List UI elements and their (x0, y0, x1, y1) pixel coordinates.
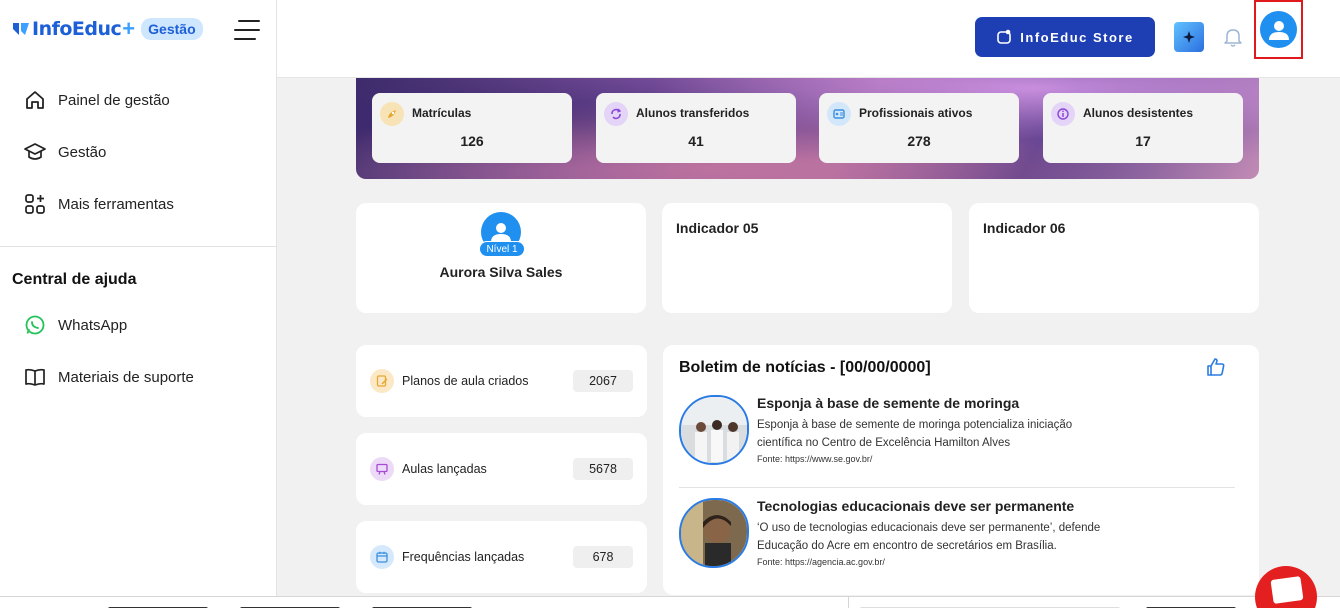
logo-mark-icon (13, 23, 29, 35)
news-source: Fonte: https://www.se.gov.br/ (757, 454, 873, 464)
user-avatar-button[interactable] (1254, 0, 1303, 59)
stat-card-transferidos: Alunos transferidos 41 (596, 93, 796, 163)
news-thumbnail (679, 498, 749, 568)
refresh-icon (604, 102, 628, 126)
level-badge: Nível 1 (479, 241, 525, 257)
calendar-icon (370, 545, 394, 569)
metric-label: Planos de aula criados (402, 374, 529, 388)
sidebar: InfoEduc + Gestão Painel de gestão Gestã… (0, 0, 277, 608)
stat-card-matriculas: Matrículas 126 (372, 93, 572, 163)
thumbs-up-icon[interactable] (1205, 356, 1227, 383)
notifications-bell-icon[interactable] (1222, 26, 1244, 53)
news-thumbnail (679, 395, 749, 465)
stat-card-desistentes: Alunos desistentes 17 (1043, 93, 1243, 163)
news-item[interactable]: Esponja à base de semente de moringa Esp… (679, 395, 1239, 475)
sidebar-item-label: Gestão (58, 143, 107, 161)
sparkle-icon (1183, 31, 1195, 43)
news-source: Fonte: https://agencia.ac.gov.br/ (757, 557, 885, 567)
graduation-cap-icon (24, 141, 46, 163)
metric-label: Aulas lançadas (402, 462, 487, 476)
news-headline: Esponja à base de semente de moringa (757, 395, 1020, 411)
profile-name: Aurora Silva Sales (439, 264, 563, 280)
bottom-bar (0, 596, 1340, 608)
home-icon (24, 89, 46, 111)
sidebar-item-label: Mais ferramentas (58, 195, 174, 213)
sidebar-item-label: WhatsApp (58, 316, 128, 334)
sidebar-item-ferramentas[interactable]: Mais ferramentas (24, 193, 174, 215)
chat-widget-button[interactable] (1255, 566, 1317, 608)
stat-value: 126 (460, 133, 484, 149)
stat-card-profissionais: Profissionais ativos 278 (819, 93, 1019, 163)
news-body: Esponja à base de semente de moringa pot… (757, 419, 1073, 449)
sidebar-item-gestao[interactable]: Gestão (24, 141, 106, 163)
id-card-icon (827, 102, 851, 126)
chat-icon (1270, 576, 1304, 604)
store-icon (996, 29, 1012, 45)
help-section-title: Central de ajuda (12, 271, 137, 288)
infoeduc-store-button[interactable]: InfoEduc Store (975, 17, 1155, 57)
stats-banner: Matrículas 126 Alunos transferidos 41 Pr… (356, 78, 1259, 179)
indicator-title: Indicador 06 (983, 220, 1066, 236)
news-item[interactable]: Tecnologias educacionais deve ser perman… (679, 498, 1239, 578)
user-icon (1268, 20, 1289, 40)
sidebar-item-whatsapp[interactable]: WhatsApp (24, 314, 127, 336)
news-headline: Tecnologias educacionais deve ser perman… (757, 498, 1075, 514)
store-label: InfoEduc Store (1020, 29, 1134, 45)
metric-card-aulas: Aulas lançadas 5678 (356, 433, 647, 505)
menu-toggle-button[interactable] (234, 20, 260, 40)
stat-value: 41 (688, 133, 704, 149)
sidebar-divider (0, 246, 277, 247)
metric-label: Frequências lançadas (402, 550, 525, 564)
brand-name: InfoEduc (32, 18, 122, 40)
sidebar-item-materiais[interactable]: Materiais de suporte (24, 366, 194, 388)
avatar (1260, 11, 1297, 48)
document-pen-icon (370, 369, 394, 393)
whatsapp-icon (24, 314, 46, 336)
metric-value: 2067 (573, 370, 633, 392)
brand-plus: + (122, 16, 136, 41)
presentation-icon (370, 457, 394, 481)
stat-label: Alunos desistentes (1083, 106, 1194, 120)
stat-label: Profissionais ativos (859, 106, 973, 120)
news-divider (679, 487, 1235, 488)
metric-value: 678 (573, 546, 633, 568)
metric-value: 5678 (573, 458, 633, 480)
news-card: Boletim de notícias - [00/00/0000] Espon… (663, 345, 1259, 595)
rocket-icon (380, 102, 404, 126)
news-body: ‘O uso de tecnologias educacionais deve … (757, 522, 1101, 552)
sidebar-item-label: Painel de gestão (58, 91, 170, 109)
brand-logo[interactable]: InfoEduc + Gestão (12, 18, 203, 40)
bottom-bar-divider (848, 597, 849, 608)
top-header: InfoEduc Store (277, 0, 1340, 78)
ai-sparkle-button[interactable] (1174, 22, 1204, 52)
stat-value: 278 (907, 133, 931, 149)
book-icon (24, 366, 46, 388)
profile-card: Nível 1 Aurora Silva Sales (356, 203, 646, 313)
indicator-card-05: Indicador 05 (662, 203, 952, 313)
indicator-title: Indicador 05 (676, 220, 759, 236)
sidebar-item-painel[interactable]: Painel de gestão (24, 89, 170, 111)
stat-value: 17 (1135, 133, 1151, 149)
stat-label: Alunos transferidos (636, 106, 750, 120)
news-title: Boletim de notícias - [00/00/0000] (679, 359, 931, 376)
brand-badge: Gestão (141, 18, 203, 40)
info-icon (1051, 102, 1075, 126)
metric-card-frequencias: Frequências lançadas 678 (356, 521, 647, 593)
metric-card-planos: Planos de aula criados 2067 (356, 345, 647, 417)
grid-plus-icon (24, 193, 46, 215)
stat-label: Matrículas (412, 106, 472, 120)
sidebar-item-label: Materiais de suporte (58, 368, 194, 386)
indicator-card-06: Indicador 06 (969, 203, 1259, 313)
